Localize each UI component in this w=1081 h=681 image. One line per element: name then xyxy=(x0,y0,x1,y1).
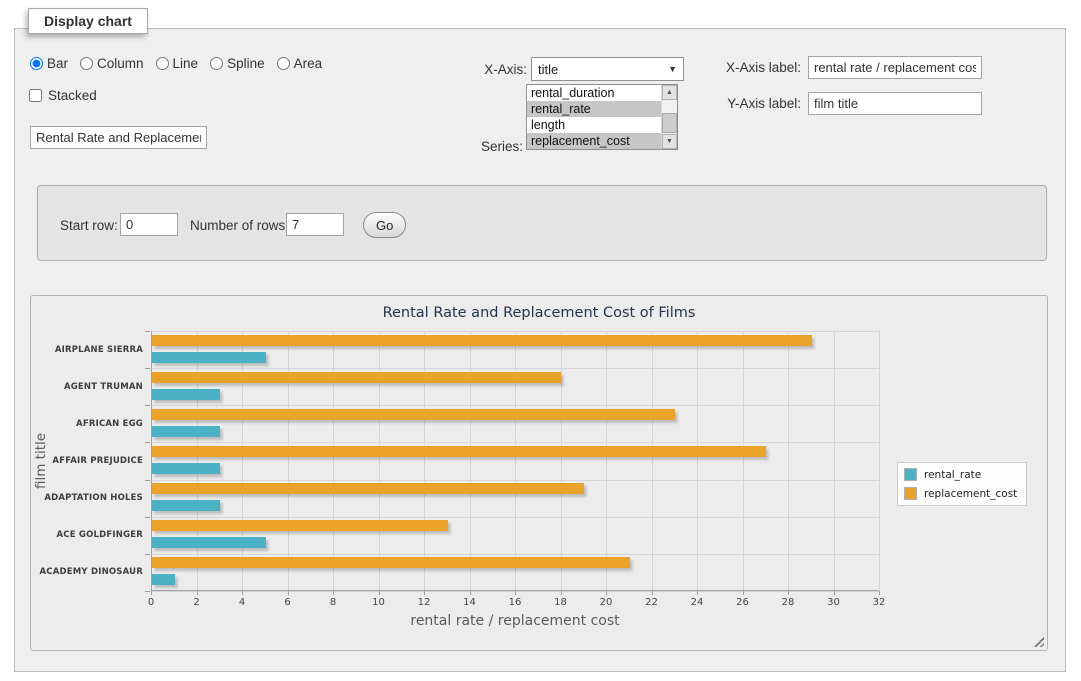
category-label: ACE GOLDFINGER xyxy=(33,517,143,554)
bar-rental_rate xyxy=(152,500,220,511)
x-tick-label: 30 xyxy=(827,597,840,608)
number-of-rows-label: Number of rows: xyxy=(190,218,289,233)
legend-swatch xyxy=(904,468,917,481)
fieldset-legend: Display chart xyxy=(28,8,148,34)
y-axis-label-input[interactable] xyxy=(808,92,982,115)
x-tick-label: 2 xyxy=(193,597,199,608)
series-options: rental_durationrental_ratelengthreplacem… xyxy=(527,85,661,149)
series-select-label: Series: xyxy=(420,139,523,154)
series-option-rental_duration[interactable]: rental_duration xyxy=(527,85,661,101)
x-tick-label: 6 xyxy=(284,597,290,608)
x-axis-label-input[interactable] xyxy=(808,56,982,79)
chart-title: Rental Rate and Replacement Cost of Film… xyxy=(31,305,1047,321)
stacked-checkbox[interactable] xyxy=(29,89,42,102)
chart-type-option-label: Spline xyxy=(227,56,265,71)
legend-swatch xyxy=(904,487,917,500)
bar-replacement_cost xyxy=(152,409,675,420)
chart-type-radio-bar[interactable] xyxy=(30,57,43,70)
series-option-rental_rate[interactable]: rental_rate xyxy=(527,101,661,117)
scroll-up-icon[interactable]: ▲ xyxy=(662,85,677,100)
stacked-option: Stacked xyxy=(29,88,97,103)
bar-replacement_cost xyxy=(152,520,448,531)
legend-label: replacement_cost xyxy=(924,488,1017,500)
x-tick-label: 0 xyxy=(148,597,154,608)
row-range-panel xyxy=(37,185,1047,261)
category-label: AFRICAN EGG xyxy=(33,405,143,442)
x-tick-label: 12 xyxy=(418,597,431,608)
x-tick-label: 16 xyxy=(509,597,522,608)
bar-rental_rate xyxy=(152,352,266,363)
x-tick-label: 26 xyxy=(736,597,749,608)
legend-entry-rental_rate: rental_rate xyxy=(904,468,1017,481)
x-axis-title: rental rate / replacement cost xyxy=(151,613,879,629)
bar-rental_rate xyxy=(152,574,175,585)
category-label: ADAPTATION HOLES xyxy=(33,480,143,517)
number-of-rows-input[interactable] xyxy=(286,213,344,236)
chart-type-option-label: Line xyxy=(173,56,199,71)
scrollbar-thumb[interactable] xyxy=(662,113,677,133)
listbox-scrollbar[interactable]: ▲ ▼ xyxy=(661,85,677,149)
resize-handle-icon[interactable] xyxy=(1033,636,1044,647)
x-tick-label: 32 xyxy=(873,597,886,608)
plot-area xyxy=(151,331,879,591)
x-tick-label: 4 xyxy=(239,597,245,608)
start-row-label: Start row: xyxy=(60,218,118,233)
bar-replacement_cost xyxy=(152,446,766,457)
bar-rental_rate xyxy=(152,537,266,548)
y-axis-label-label: Y-Axis label: xyxy=(680,96,801,111)
x-tick-label: 18 xyxy=(554,597,567,608)
bar-replacement_cost xyxy=(152,557,630,568)
category-label: AGENT TRUMAN xyxy=(33,368,143,405)
chart-title-input[interactable] xyxy=(30,126,207,149)
chevron-down-icon: ▼ xyxy=(668,64,677,74)
go-button[interactable]: Go xyxy=(363,212,406,238)
x-tick-label: 28 xyxy=(782,597,795,608)
chart-type-radio-group: Bar Column Line Spline Area xyxy=(30,56,334,71)
bar-rental_rate xyxy=(152,389,220,400)
x-tick-label: 24 xyxy=(691,597,704,608)
chart-type-radio-line[interactable] xyxy=(156,57,169,70)
category-label: ACADEMY DINOSAUR xyxy=(33,554,143,591)
series-option-length[interactable]: length xyxy=(527,117,661,133)
chart-type-option-label: Column xyxy=(97,56,144,71)
bar-replacement_cost xyxy=(152,372,561,383)
legend-label: rental_rate xyxy=(924,469,981,481)
scroll-down-icon[interactable]: ▼ xyxy=(662,134,677,149)
scrollbar-track[interactable] xyxy=(662,100,677,134)
chart-container: Rental Rate and Replacement Cost of Film… xyxy=(30,295,1048,651)
page: Display chart Bar Column Line Spline Area St… xyxy=(0,0,1081,681)
chart-type-radio-area[interactable] xyxy=(277,57,290,70)
x-tick-label: 20 xyxy=(600,597,613,608)
chart-legend: rental_rate replacement_cost xyxy=(897,462,1027,506)
x-tick-label: 22 xyxy=(645,597,658,608)
x-axis-select-label: X-Axis: xyxy=(420,62,527,77)
series-option-replacement_cost[interactable]: replacement_cost xyxy=(527,133,661,149)
x-axis-label-label: X-Axis label: xyxy=(680,60,801,75)
x-tick-label: 10 xyxy=(372,597,385,608)
series-listbox[interactable]: rental_durationrental_ratelengthreplacem… xyxy=(526,84,678,150)
x-tick-label: 14 xyxy=(463,597,476,608)
legend-entry-replacement_cost: replacement_cost xyxy=(904,487,1017,500)
x-tick-label: 8 xyxy=(330,597,336,608)
chart-type-option-label: Bar xyxy=(47,56,68,71)
bar-rental_rate xyxy=(152,426,220,437)
chart-type-option-label: Area xyxy=(294,56,323,71)
bar-replacement_cost xyxy=(152,483,584,494)
chart-type-radio-spline[interactable] xyxy=(210,57,223,70)
x-axis-select[interactable]: title ▼ xyxy=(531,57,684,81)
start-row-input[interactable] xyxy=(120,213,178,236)
bar-replacement_cost xyxy=(152,335,812,346)
chart-type-radio-column[interactable] xyxy=(80,57,93,70)
bar-rental_rate xyxy=(152,463,220,474)
category-label: AFFAIR PREJUDICE xyxy=(33,442,143,479)
x-axis-selected-value: title xyxy=(538,62,558,77)
stacked-label: Stacked xyxy=(48,88,97,103)
category-label: AIRPLANE SIERRA xyxy=(33,331,143,368)
